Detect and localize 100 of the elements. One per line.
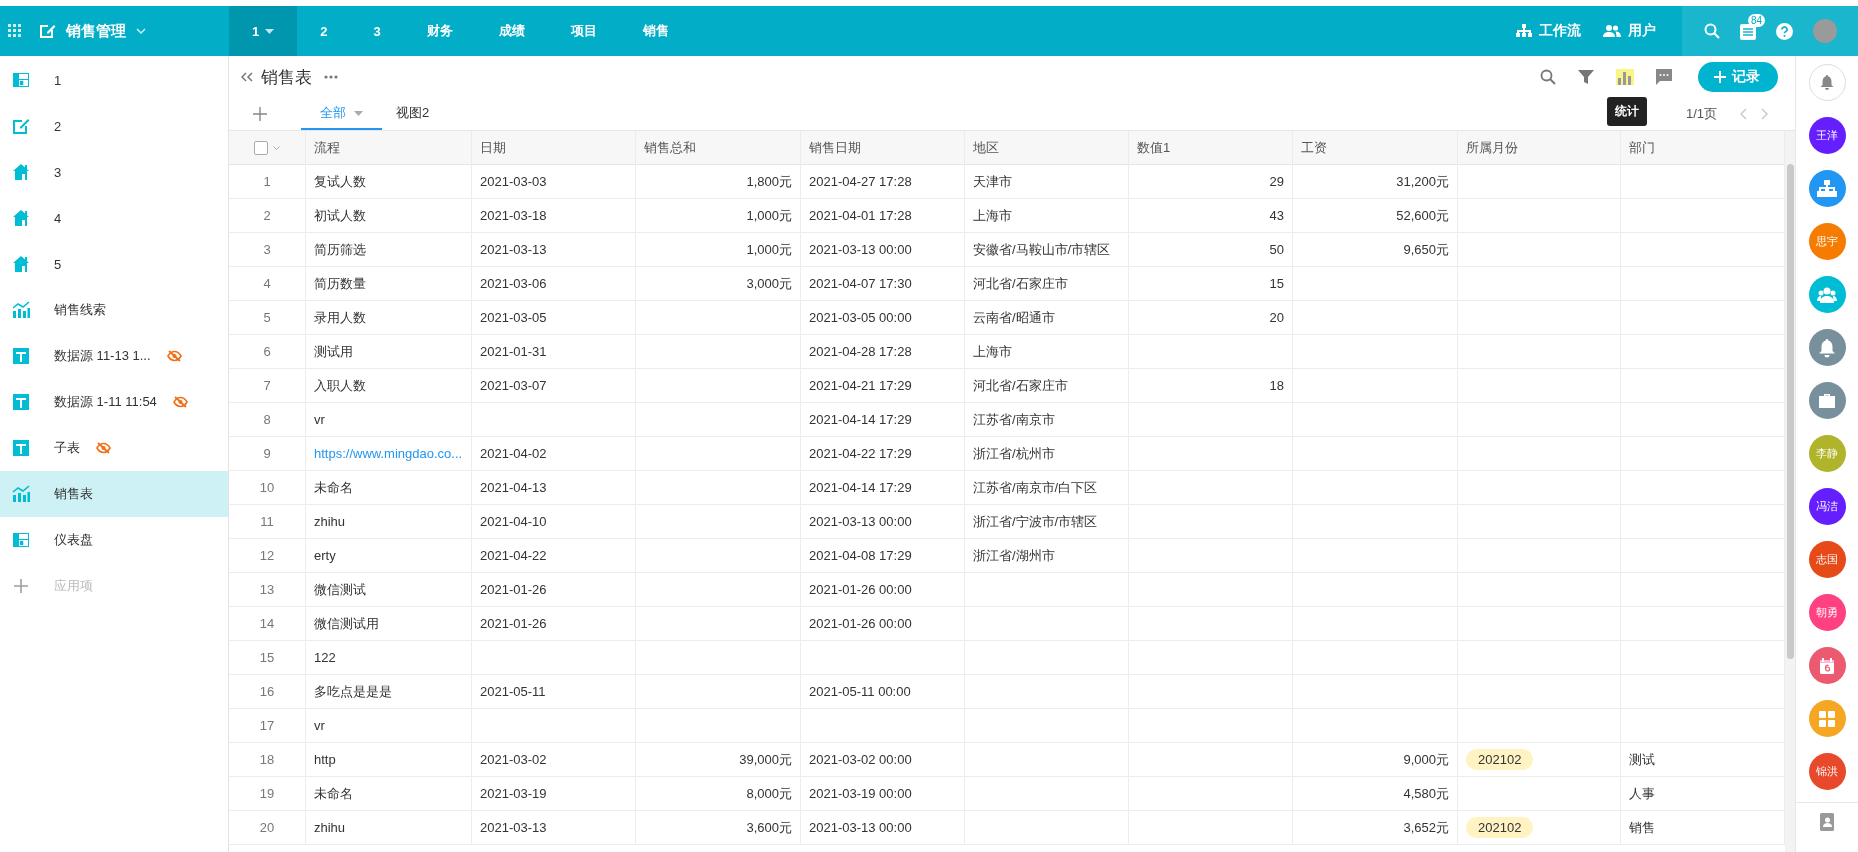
table-cell: 2021-03-06 [472,267,636,301]
table-cell: erty [306,539,472,573]
table-cell: 2021-03-02 [472,743,636,777]
table-cell: 39,000元 [636,743,801,777]
table-cell: 20 [1129,301,1293,335]
table-cell: 2021-05-11 [472,675,636,709]
table-cell: 2021-03-07 [472,369,636,403]
table-cell: zhihu [306,505,472,539]
table-cell: 未命名 [306,777,472,811]
table-cell: 2021-03-13 [472,811,636,845]
table-cell: vr [306,403,472,437]
table-cell: 2021-03-02 00:00 [801,743,965,777]
table-cell: 复试人数 [306,165,472,199]
table-cell: 2021-01-26 00:00 [801,607,965,641]
row-number: 12 [229,539,306,573]
table-cell: 31,200元 [1293,165,1458,199]
row-number: 9 [229,437,306,471]
table-cell: 云南省/昭通市 [965,301,1129,335]
table-cell: 43 [1129,199,1293,233]
table-cell: 2021-03-13 00:00 [801,505,965,539]
table-cell: 2021-01-26 00:00 [801,573,965,607]
table-cell: 1,000元 [636,199,801,233]
table-cell: 18 [1129,369,1293,403]
table-cell: 测试用 [306,335,472,369]
month-tag: 202102 [1466,817,1534,838]
row-number: 13 [229,573,306,607]
row-number: 19 [229,777,306,811]
table-cell: 2021-01-26 [472,607,636,641]
notification-badge: 84 [1748,13,1766,27]
row-number: 18 [229,743,306,777]
table-cell: 2021-03-05 00:00 [801,301,965,335]
table-cell: http [306,743,472,777]
sheet-title: 销售表 [261,66,312,89]
row-number: 8 [229,403,306,437]
table-cell: 2021-01-31 [472,335,636,369]
table-cell: 2021-03-19 00:00 [801,777,965,811]
table-cell: 1,800元 [636,165,801,199]
tooltip: 统计 [1607,97,1647,126]
table-cell: 微信测试用 [306,607,472,641]
row-number: 11 [229,505,306,539]
table-cell: 入职人数 [306,369,472,403]
table-cell: 29 [1129,165,1293,199]
table-cell: 江苏省/南京市/白下区 [965,471,1129,505]
row-number: 2 [229,199,306,233]
month-tag: 202102 [1466,749,1534,770]
table-cell: 122 [306,641,472,675]
table-cell: 1,000元 [636,233,801,267]
table-cell: 多吃点是是是 [306,675,472,709]
row-number: 17 [229,709,306,743]
table-cell: 2021-04-01 17:28 [801,199,965,233]
table-cell: 2021-05-11 00:00 [801,675,965,709]
row-number: 20 [229,811,306,845]
table-cell: 9,650元 [1293,233,1458,267]
table-cell: 简历筛选 [306,233,472,267]
table-cell: 2021-03-13 00:00 [801,233,965,267]
table-cell: 2021-04-14 17:29 [801,403,965,437]
table-cell: 2021-03-13 00:00 [801,811,965,845]
table-cell: 2021-04-22 [472,539,636,573]
table-cell: 河北省/石家庄市 [965,369,1129,403]
table-cell: 3,600元 [636,811,801,845]
table-cell: 2021-03-05 [472,301,636,335]
table-cell: 15 [1129,267,1293,301]
table-cell: 3,000元 [636,267,801,301]
table-cell: 52,600元 [1293,199,1458,233]
table-cell: 2021-04-28 17:28 [801,335,965,369]
table-cell: 2021-04-10 [472,505,636,539]
table-cell: 2021-04-14 17:29 [801,471,965,505]
table-cell: 2021-01-26 [472,573,636,607]
row-number: 1 [229,165,306,199]
row-number: 15 [229,641,306,675]
table-cell: 4,580元 [1293,777,1458,811]
table-cell: 未命名 [306,471,472,505]
table-cell: 2021-04-07 17:30 [801,267,965,301]
table-cell: 上海市 [965,199,1129,233]
table-cell: vr [306,709,472,743]
table-cell: 浙江省/宁波市/市辖区 [965,505,1129,539]
table-cell: 2021-03-18 [472,199,636,233]
row-number: 16 [229,675,306,709]
table-cell: 2021-04-21 17:29 [801,369,965,403]
row-number: 6 [229,335,306,369]
table-cell: 录用人数 [306,301,472,335]
table-cell: 安徽省/马鞍山市/市辖区 [965,233,1129,267]
table-cell: 浙江省/杭州市 [965,437,1129,471]
table-cell: 浙江省/湖州市 [965,539,1129,573]
table-cell: 8,000元 [636,777,801,811]
table-cell: 2021-03-19 [472,777,636,811]
table-cell: 9,000元 [1293,743,1458,777]
table-cell: 河北省/石家庄市 [965,267,1129,301]
table-cell: 2021-04-27 17:28 [801,165,965,199]
table-cell: 微信测试 [306,573,472,607]
table-cell: 2021-04-13 [472,471,636,505]
table-cell: 50 [1129,233,1293,267]
table-cell: zhihu [306,811,472,845]
table-cell: 江苏省/南京市 [965,403,1129,437]
table-cell: 天津市 [965,165,1129,199]
row-number: 5 [229,301,306,335]
table-cell: 2021-03-03 [472,165,636,199]
row-number: 10 [229,471,306,505]
page-indicator: 1/1页 [1685,105,1717,123]
table-cell: 3,652元 [1293,811,1458,845]
